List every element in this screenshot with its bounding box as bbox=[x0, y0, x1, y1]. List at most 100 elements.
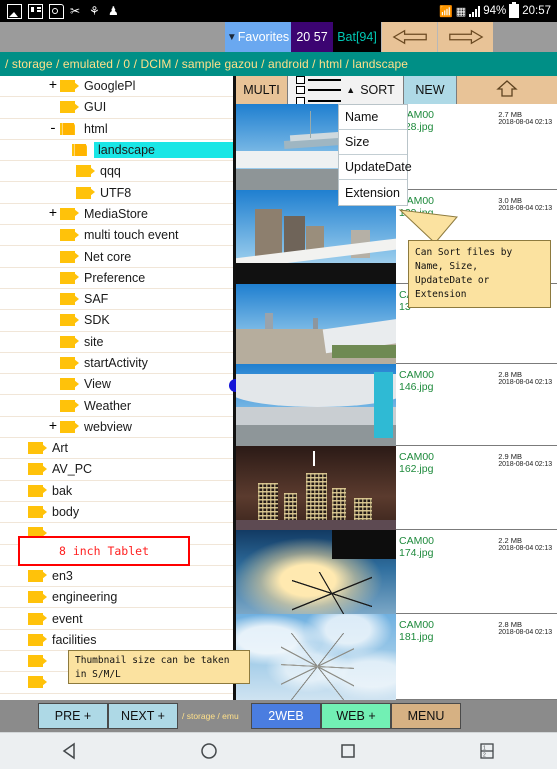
back-arrow-icon bbox=[392, 29, 427, 45]
tree-item-body[interactable]: body bbox=[0, 502, 233, 524]
tree-item-landscape[interactable]: landscape bbox=[0, 140, 233, 162]
file-size: 2.2 MB bbox=[498, 536, 522, 545]
multi-label: MULTI bbox=[243, 83, 280, 97]
favorites-button[interactable]: ▼ Favorites bbox=[225, 22, 291, 52]
web-button[interactable]: WEB + bbox=[321, 703, 391, 729]
tree-item-label: SAF bbox=[84, 292, 109, 307]
new-label: NEW bbox=[415, 83, 445, 97]
folder-icon bbox=[28, 463, 47, 476]
sort-dropdown-menu[interactable]: Name Size UpdateDate Extension bbox=[338, 104, 412, 206]
tree-item-net-core[interactable]: Net core bbox=[0, 246, 233, 268]
tree-item-webview[interactable]: + webview bbox=[0, 417, 233, 439]
file-thumbnail[interactable] bbox=[236, 446, 396, 530]
photo-icon bbox=[7, 3, 22, 19]
sort-menu-item-name[interactable]: Name bbox=[339, 105, 407, 130]
tree-item-label: startActivity bbox=[84, 356, 148, 370]
split-screen-icon[interactable]: 1 2 bbox=[463, 738, 511, 764]
expand-icon[interactable]: + bbox=[46, 420, 60, 434]
tree-item-sdk[interactable]: SDK bbox=[0, 310, 233, 332]
tree-item-event[interactable]: event bbox=[0, 608, 233, 630]
vibrate-icon: 📶 bbox=[439, 5, 453, 18]
folder-icon bbox=[60, 335, 79, 348]
file-date: 2018-08-04 02:13 bbox=[498, 545, 552, 552]
file-name-line1: CAM00 bbox=[399, 451, 435, 463]
two-web-button[interactable]: 2WEB bbox=[251, 703, 321, 729]
tree-item-googlepl[interactable]: + GooglePl bbox=[0, 76, 233, 98]
file-info-row[interactable]: CAM00 128.jpg 2.7 MB 2018-08-04 02:13 bbox=[396, 104, 557, 190]
signal-bars-icon bbox=[469, 5, 481, 17]
tree-item-preference[interactable]: Preference bbox=[0, 268, 233, 289]
file-meta: 2.8 MB 2018-08-04 02:13 bbox=[452, 370, 552, 386]
tree-item-utf8[interactable]: UTF8 bbox=[0, 182, 233, 204]
tree-item-qqq[interactable]: qqq bbox=[0, 161, 233, 183]
recents-square-icon[interactable] bbox=[324, 738, 372, 764]
file-info-row[interactable]: CAM00 146.jpg 2.8 MB 2018-08-04 02:13 bbox=[396, 364, 557, 446]
parent-folder-button[interactable] bbox=[457, 76, 557, 104]
sort-button[interactable]: ▲ SORT bbox=[288, 76, 404, 105]
sort-caret-icon: ▲ bbox=[346, 85, 356, 95]
sort-menu-item-size[interactable]: Size bbox=[339, 130, 407, 155]
collapse-icon[interactable]: - bbox=[46, 122, 60, 136]
tree-item-engineering[interactable]: engineering bbox=[0, 587, 233, 609]
file-name-line1: CAM00 bbox=[399, 369, 435, 381]
tree-item-label: SDK bbox=[84, 313, 110, 328]
tree-item-site[interactable]: site bbox=[0, 332, 233, 353]
tree-item-bak[interactable]: bak bbox=[0, 481, 233, 502]
thumbnail-image bbox=[236, 364, 396, 446]
forward-arrow-button[interactable] bbox=[437, 22, 493, 52]
tree-item-html[interactable]: - html bbox=[0, 119, 233, 140]
back-triangle-icon[interactable] bbox=[46, 738, 94, 764]
file-thumbnail[interactable] bbox=[236, 284, 396, 364]
folder-icon bbox=[60, 357, 79, 369]
file-info-row[interactable]: CAM00 174.jpg 2.2 MB 2018-08-04 02:13 bbox=[396, 530, 557, 614]
battery-button[interactable]: Bat[94] bbox=[333, 22, 381, 52]
sort-menu-item-extension[interactable]: Extension bbox=[339, 180, 407, 205]
new-button[interactable]: NEW bbox=[404, 76, 457, 104]
multi-select-button[interactable]: MULTI bbox=[236, 76, 288, 104]
tree-item-label: bak bbox=[52, 483, 73, 498]
network-icon: ▦ bbox=[455, 5, 467, 18]
file-info-row[interactable]: CAM00 162.jpg 2.9 MB 2018-08-04 02:13 bbox=[396, 446, 557, 530]
tree-item-label: GUI bbox=[84, 100, 107, 115]
battery-percent-label: 94% bbox=[483, 5, 507, 17]
tree-item-art[interactable]: Art bbox=[0, 438, 233, 460]
sort-menu-item-updatedate[interactable]: UpdateDate bbox=[339, 155, 412, 180]
tree-item-view[interactable]: View bbox=[0, 374, 233, 396]
clock-button[interactable]: 20 57 bbox=[291, 22, 333, 52]
folder-icon bbox=[76, 165, 95, 178]
tree-item-av-pc[interactable]: AV_PC bbox=[0, 459, 233, 481]
back-arrow-button[interactable] bbox=[381, 22, 437, 52]
file-thumbnail[interactable] bbox=[236, 530, 396, 614]
tree-item-label: Art bbox=[52, 441, 68, 456]
tree-item-facilities[interactable]: facilities bbox=[0, 630, 233, 652]
expand-icon[interactable]: + bbox=[46, 207, 60, 221]
folder-tree-pane[interactable]: + GooglePl GUI - html landscape qqq UTF8 + MediaS… bbox=[0, 76, 233, 700]
tree-item-saf[interactable]: SAF bbox=[0, 289, 233, 311]
battery-icon bbox=[509, 2, 520, 18]
file-meta: 2.2 MB 2018-08-04 02:13 bbox=[452, 536, 552, 552]
menu-button[interactable]: MENU bbox=[391, 703, 461, 729]
favorites-label: Favorites bbox=[237, 30, 290, 44]
file-meta: 2.7 MB 2018-08-04 02:13 bbox=[452, 110, 552, 126]
file-thumbnail[interactable] bbox=[236, 614, 396, 700]
folder-icon bbox=[28, 569, 47, 582]
next-button[interactable]: NEXT + bbox=[108, 703, 178, 729]
file-size: 2.7 MB bbox=[498, 110, 522, 119]
tree-item-label: UTF8 bbox=[100, 185, 132, 200]
folder-icon bbox=[28, 676, 47, 689]
file-info-row[interactable]: CAM00 181.jpg 2.8 MB 2018-08-04 02:13 bbox=[396, 614, 557, 700]
file-thumbnail[interactable] bbox=[236, 364, 396, 446]
tree-item-label: multi touch event bbox=[84, 228, 179, 243]
tree-item-gui[interactable]: GUI bbox=[0, 97, 233, 119]
forward-arrow-icon bbox=[448, 29, 483, 45]
breadcrumb-path-bar[interactable]: / storage / emulated / 0 / DCIM / sample… bbox=[0, 52, 557, 76]
home-circle-icon[interactable] bbox=[185, 738, 233, 764]
expand-icon[interactable]: + bbox=[46, 79, 60, 93]
previous-button[interactable]: PRE + bbox=[38, 703, 108, 729]
tree-item-mediastore[interactable]: + MediaStore bbox=[0, 204, 233, 226]
tree-item-multi-touch-event[interactable]: multi touch event bbox=[0, 225, 233, 247]
tree-item-label: engineering bbox=[52, 590, 118, 605]
tree-item-en3[interactable]: en3 bbox=[0, 566, 233, 588]
tree-item-startactivity[interactable]: startActivity bbox=[0, 353, 233, 375]
tree-item-weather[interactable]: Weather bbox=[0, 395, 233, 417]
